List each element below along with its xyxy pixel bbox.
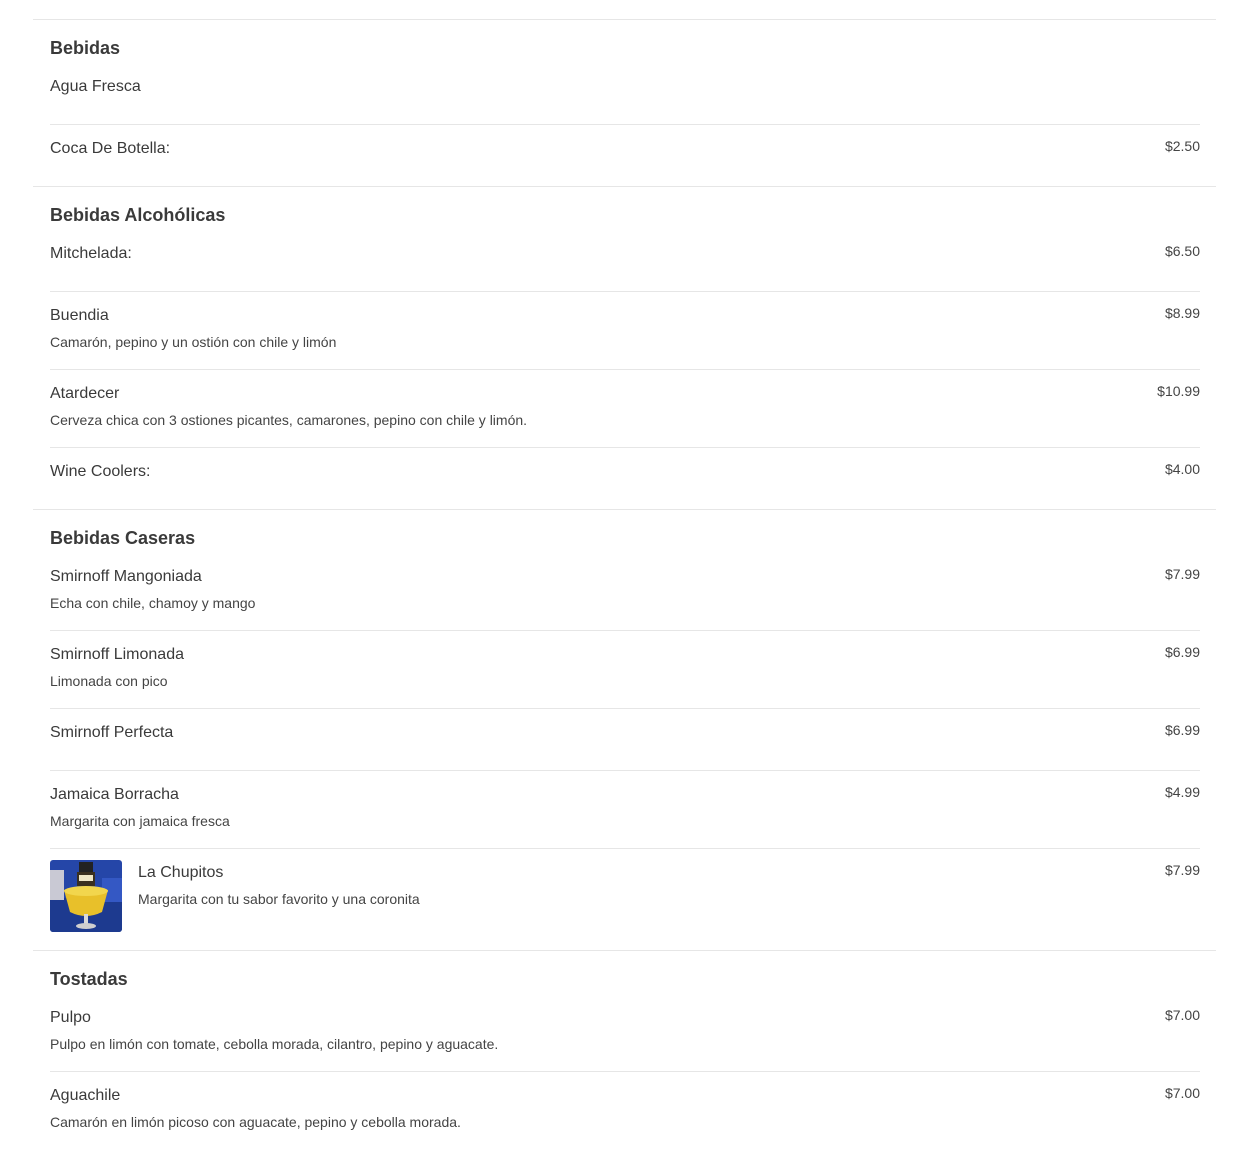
menu-item-agua-fresca[interactable]: Agua Fresca: [50, 74, 1200, 125]
item-body: Atardecer Cerveza chica con 3 ostiones pi…: [50, 381, 1200, 429]
menu-item-wine-coolers[interactable]: Wine Coolers: $4.00: [50, 448, 1200, 509]
menu-section-tostadas: Tostadas Pulpo Pulpo en limón con tomate, …: [33, 951, 1216, 1149]
item-price: $6.50: [1164, 243, 1200, 259]
item-description: Camarón en limón picoso con aguacate, pe…: [50, 1114, 461, 1130]
menu-page: Bebidas Agua Fresca Coca De Botella: $2.50 B…: [0, 0, 1250, 1176]
item-body: Mitchelada:: [50, 241, 1200, 273]
menu-item-coca-de-botella[interactable]: Coca De Botella: $2.50: [50, 125, 1200, 186]
item-body: Pulpo Pulpo en limón con tomate, cebolla …: [50, 1005, 1200, 1053]
item-name: Atardecer: [50, 385, 120, 402]
menu-item-la-chupitos[interactable]: La Chupitos Margarita con tu sabor favori…: [50, 849, 1200, 950]
menu-item-pulpo[interactable]: Pulpo Pulpo en limón con tomate, cebolla …: [50, 1005, 1200, 1072]
item-name: Wine Coolers:: [50, 463, 151, 480]
item-description: Margarita con jamaica fresca: [50, 813, 230, 829]
menu-item-jamaica-borracha[interactable]: Jamaica Borracha Margarita con jamaica fr…: [50, 771, 1200, 849]
section-title: Bebidas Alcohólicas: [50, 205, 226, 225]
item-price: $4.00: [1164, 461, 1200, 477]
item-price: $10.99: [1157, 383, 1200, 399]
item-name: Smirnoff Mangoniada: [50, 568, 202, 585]
item-price: $8.99: [1164, 305, 1200, 321]
item-price: $4.99: [1164, 784, 1200, 800]
item-price: $7.99: [1164, 862, 1200, 878]
menu-section-bebidas-caseras: Bebidas Caseras Smirnoff Mangoniada Echa c…: [33, 510, 1216, 951]
item-name: Jamaica Borracha: [50, 786, 179, 803]
menu-item-smirnoff-mangoniada[interactable]: Smirnoff Mangoniada Echa con chile, chamo…: [50, 564, 1200, 631]
section-title: Bebidas Caseras: [50, 528, 196, 548]
item-description: Cerveza chica con 3 ostiones picantes, c…: [50, 412, 528, 428]
item-name: Aguachile: [50, 1087, 121, 1104]
item-body: Wine Coolers:: [50, 459, 1200, 491]
item-name: Pulpo: [50, 1009, 91, 1026]
item-body: Aguachile Camarón en limón picoso con agu…: [50, 1083, 1200, 1131]
item-price: $7.00: [1164, 1007, 1200, 1023]
menu-item-buendia[interactable]: Buendia Camarón, pepino y un ostión con c…: [50, 292, 1200, 370]
item-name: Agua Fresca: [50, 78, 141, 95]
item-photo[interactable]: [50, 860, 122, 932]
item-body: La Chupitos Margarita con tu sabor favori…: [138, 860, 1200, 932]
item-price: $6.99: [1164, 644, 1200, 660]
item-description: Margarita con tu sabor favorito y una co…: [138, 891, 420, 907]
menu-list: Bebidas Agua Fresca Coca De Botella: $2.50 B…: [33, 20, 1216, 1149]
menu-item-smirnoff-perfecta[interactable]: Smirnoff Perfecta $6.99: [50, 709, 1200, 771]
item-body: Smirnoff Mangoniada Echa con chile, chamo…: [50, 564, 1200, 612]
item-body: Smirnoff Perfecta: [50, 720, 1200, 752]
item-price: $7.00: [1164, 1085, 1200, 1101]
menu-item-aguachile[interactable]: Aguachile Camarón en limón picoso con agu…: [50, 1072, 1200, 1149]
item-name: Buendia: [50, 307, 109, 324]
item-price: $2.50: [1164, 138, 1200, 154]
item-name: Smirnoff Limonada: [50, 646, 184, 663]
item-body: Agua Fresca: [50, 74, 1200, 106]
item-description: Pulpo en limón con tomate, cebolla morad…: [50, 1036, 499, 1052]
item-price: $7.99: [1164, 566, 1200, 582]
menu-item-smirnoff-limonada[interactable]: Smirnoff Limonada Limonada con pico $6.99: [50, 631, 1200, 709]
item-body: Buendia Camarón, pepino y un ostión con c…: [50, 303, 1200, 351]
item-body: Coca De Botella:: [50, 136, 1200, 168]
item-name: Smirnoff Perfecta: [50, 724, 174, 741]
item-description: Echa con chile, chamoy y mango: [50, 595, 256, 611]
item-description: Limonada con pico: [50, 673, 168, 689]
item-body: Smirnoff Limonada Limonada con pico: [50, 642, 1200, 690]
section-title: Tostadas: [50, 969, 128, 989]
section-title: Bebidas: [50, 38, 121, 58]
menu-section-bebidas: Bebidas Agua Fresca Coca De Botella: $2.50: [33, 20, 1216, 187]
item-description: Camarón, pepino y un ostión con chile y …: [50, 334, 337, 350]
item-name: Mitchelada:: [50, 245, 132, 262]
menu-item-atardecer[interactable]: Atardecer Cerveza chica con 3 ostiones pi…: [50, 370, 1200, 448]
menu-section-bebidas-alcoholicas: Bebidas Alcohólicas Mitchelada: $6.50 Buend…: [33, 187, 1216, 510]
menu-item-mitchelada[interactable]: Mitchelada: $6.50: [50, 241, 1200, 292]
item-name: La Chupitos: [138, 864, 224, 881]
item-name: Coca De Botella:: [50, 140, 171, 157]
item-body: Jamaica Borracha Margarita con jamaica fr…: [50, 782, 1200, 830]
item-price: $6.99: [1164, 722, 1200, 738]
